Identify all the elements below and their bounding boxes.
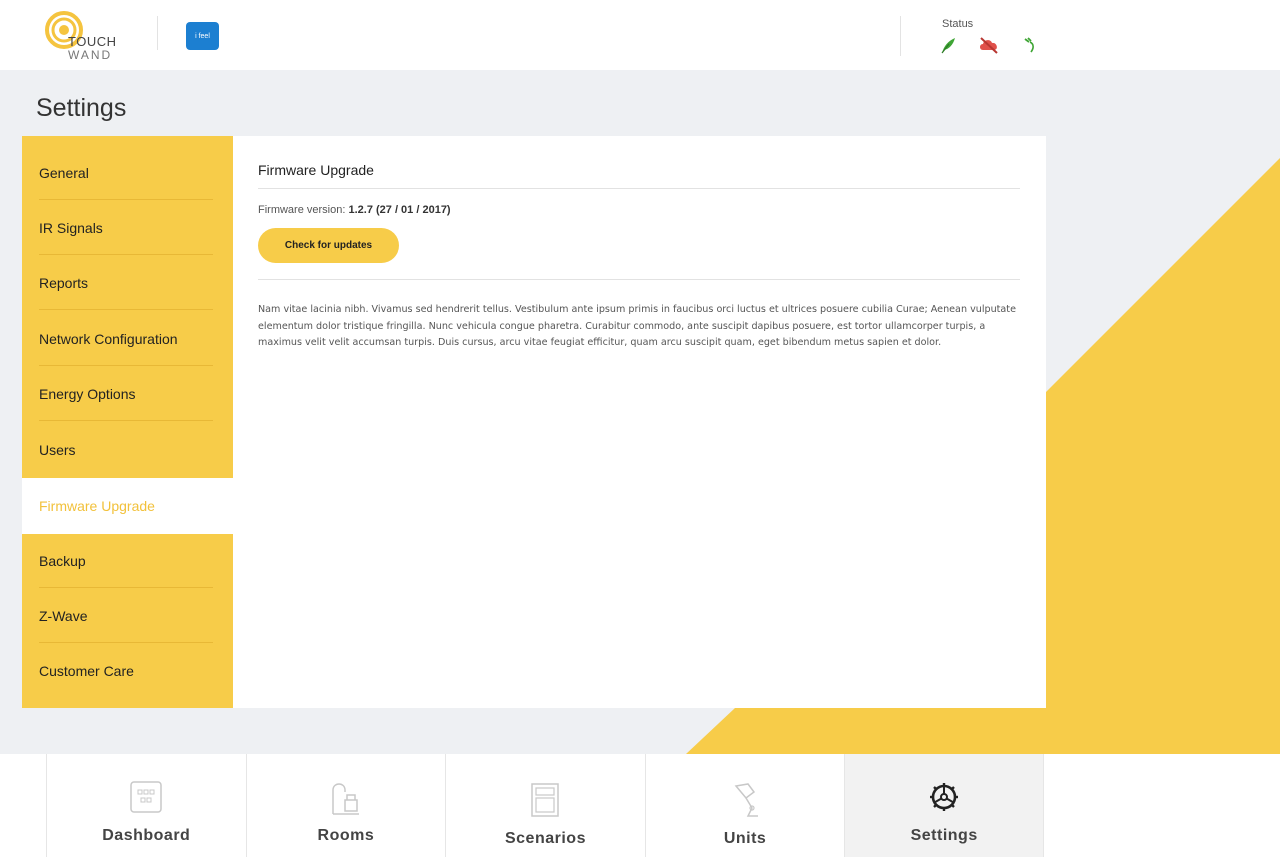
units-icon xyxy=(734,783,759,817)
header-divider xyxy=(900,16,901,56)
divider xyxy=(39,309,213,310)
dashboard-icon xyxy=(130,781,163,813)
sidebar-item-z-wave[interactable]: Z-Wave xyxy=(22,588,233,643)
sidebar-item-backup[interactable]: Backup xyxy=(22,533,233,588)
plug-icon[interactable] xyxy=(1022,36,1038,54)
nav-label: Settings xyxy=(910,827,978,844)
sidebar-item-label: Energy Options xyxy=(39,385,136,402)
firmware-version-label: Firmware version: xyxy=(258,204,346,216)
sidebar-item-ir-signals[interactable]: IR Signals xyxy=(22,200,233,255)
description-text: Nam vitae lacinia nibh. Vivamus sed hend… xyxy=(258,304,1016,348)
scenarios-icon xyxy=(531,783,560,817)
settings-sidebar: General IR Signals Reports Network Confi… xyxy=(22,136,233,708)
divider xyxy=(258,188,1020,189)
page-title: Settings xyxy=(36,94,127,122)
ifeel-logo[interactable]: i feel xyxy=(186,22,219,50)
sidebar-item-label: Reports xyxy=(39,274,89,291)
nav-rooms[interactable]: Rooms xyxy=(245,754,446,857)
rooms-icon xyxy=(332,783,359,815)
sidebar-item-energy-options[interactable]: Energy Options xyxy=(22,366,233,421)
nav-units[interactable]: Units xyxy=(644,754,845,857)
firmware-version-value: 1.2.7 (27 / 01 / 2017) xyxy=(348,204,451,216)
leaf-icon[interactable] xyxy=(940,36,956,54)
brand-line1: TOUCH xyxy=(68,34,117,49)
sidebar-item-label: Backup xyxy=(39,552,86,569)
cloud-off-icon[interactable] xyxy=(978,36,1000,54)
sidebar-item-reports[interactable]: Reports xyxy=(22,255,233,310)
section-title: Firmware Upgrade xyxy=(258,162,374,178)
bottom-nav: Dashboard Rooms Scenarios Units Settings xyxy=(46,754,1044,857)
sidebar-item-label: Users xyxy=(39,441,76,458)
sidebar-item-customer-care[interactable]: Customer Care xyxy=(22,643,233,698)
divider xyxy=(258,279,1020,280)
nav-settings[interactable]: Settings xyxy=(844,754,1044,857)
gear-icon xyxy=(930,783,959,811)
status-icons xyxy=(940,36,1038,54)
nav-label: Scenarios xyxy=(504,830,586,847)
check-for-updates-button[interactable]: Check for updates xyxy=(258,228,399,263)
touchwand-logo[interactable]: TOUCH WAND xyxy=(44,10,134,64)
sidebar-item-label: Z-Wave xyxy=(39,607,88,624)
nav-dashboard[interactable]: Dashboard xyxy=(46,754,246,857)
nav-label: Units xyxy=(723,830,767,847)
brand-line2: WAND xyxy=(68,48,113,62)
divider xyxy=(39,420,213,421)
sidebar-item-label: Network Configuration xyxy=(39,330,178,347)
sidebar-item-users[interactable]: Users xyxy=(22,422,233,477)
firmware-version: Firmware version: 1.2.7 (27 / 01 / 2017) xyxy=(258,204,451,216)
nav-label: Dashboard xyxy=(102,827,191,844)
nav-label: Rooms xyxy=(317,827,375,844)
sidebar-item-general[interactable]: General xyxy=(22,145,233,200)
status-label: Status xyxy=(942,18,974,30)
sidebar-item-label: General xyxy=(39,164,89,181)
header-divider xyxy=(157,16,158,50)
sidebar-item-network-configuration[interactable]: Network Configuration xyxy=(22,311,233,366)
app-header: TOUCH WAND i feel Status xyxy=(0,0,1280,70)
sidebar-item-label: Customer Care xyxy=(39,662,134,679)
sidebar-item-label: Firmware Upgrade xyxy=(39,498,155,514)
nav-scenarios[interactable]: Scenarios xyxy=(445,754,645,857)
sidebar-item-firmware-upgrade[interactable]: Firmware Upgrade xyxy=(22,478,233,534)
sidebar-item-label: IR Signals xyxy=(39,219,103,236)
